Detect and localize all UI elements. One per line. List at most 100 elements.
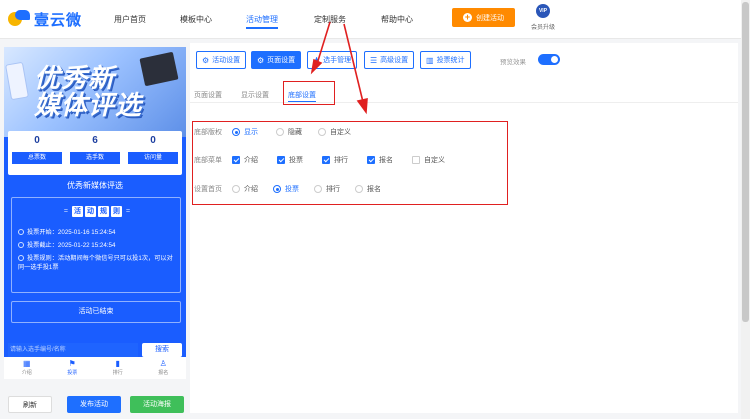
clock-icon [18, 255, 24, 261]
checkbox-icon [232, 156, 240, 164]
radio-home-ranking[interactable]: 排行 [314, 184, 340, 194]
plus-icon: + [463, 12, 472, 22]
tab-page-settings[interactable]: ⚙ 页面设置 [251, 51, 302, 69]
nav-user-home[interactable]: 用户首页 [114, 14, 146, 25]
tab-label: 排行 [112, 370, 123, 376]
stats-icon: ▥ [426, 55, 434, 65]
subtab-page-settings[interactable]: 页面设置 [194, 90, 222, 100]
rules-char: 则 [111, 206, 122, 217]
clock-icon [18, 229, 24, 235]
tab-label: 投票统计 [436, 57, 465, 64]
rules-box: = 活 动 规 则 = 投票开始：2025-01-16 15:24:54 投票截… [11, 197, 181, 293]
nav-help-center[interactable]: 帮助中心 [381, 14, 413, 25]
rule-start-text: 投票开始：2025-01-16 15:24:54 [27, 229, 116, 236]
activity-poster-button[interactable]: 活动海报 [130, 396, 184, 413]
checkbox-menu-intro[interactable]: 介绍 [232, 155, 258, 165]
sliders-icon: ☰ [370, 55, 378, 65]
option-label: 排行 [326, 186, 340, 193]
nav-activity-management[interactable]: 活动管理 [246, 14, 278, 29]
laptop-illustration [139, 51, 179, 87]
refresh-button[interactable]: 刷新 [8, 396, 52, 413]
decor-dash: = [63, 208, 68, 215]
subtab-display-settings[interactable]: 显示设置 [241, 90, 269, 100]
radio-icon [318, 128, 326, 136]
logo-text: 壹云微 [34, 11, 83, 29]
stat-total-votes: 0 总票数 [8, 135, 66, 164]
vip-badge-icon: VIP [536, 4, 550, 18]
rules-char: 规 [98, 206, 109, 217]
page-scrollbar[interactable] [741, 0, 750, 419]
rule-end-text: 投票截止：2025-01-22 15:24:54 [27, 242, 116, 249]
tab-label: 介绍 [21, 370, 32, 376]
radio-home-vote[interactable]: 投票 [273, 184, 299, 194]
decor-dash: = [126, 208, 131, 215]
option-label: 隐藏 [288, 129, 302, 136]
tab-ranking[interactable]: ▮ 排行 [95, 357, 141, 379]
publish-activity-button[interactable]: 发布活动 [67, 396, 121, 413]
users-icon: ♟ [313, 55, 321, 65]
radio-icon [314, 185, 322, 193]
rule-start: 投票开始：2025-01-16 15:24:54 [18, 228, 178, 237]
checkbox-menu-ranking[interactable]: 排行 [322, 155, 348, 165]
preview-toggle-label: 预览效果 [500, 59, 526, 66]
vip-upgrade[interactable]: VIP 会员升级 [528, 4, 558, 31]
tab-contestant-management[interactable]: ♟ 选手管理 [307, 51, 358, 69]
checkbox-icon [277, 156, 285, 164]
logo[interactable]: 壹云微 [8, 8, 82, 30]
option-label: 自定义 [330, 129, 351, 136]
radio-icon [273, 185, 281, 193]
option-label: 介绍 [244, 186, 258, 193]
nav-template-center[interactable]: 模板中心 [180, 14, 212, 25]
search-button[interactable]: 搜索 [142, 343, 182, 357]
settings-panel: ⚙ 活动设置 ⚙ 页面设置 ♟ 选手管理 ☰ 高级设置 ▥ 投票统计 预览效果 页面设置 … [190, 43, 738, 413]
checkbox-icon [412, 156, 420, 164]
rules-heading: = 活 动 规 则 = [12, 206, 182, 217]
tab-vote-statistics[interactable]: ▥ 投票统计 [420, 51, 471, 69]
footer-menu-label: 底部菜单 [194, 157, 222, 164]
option-label: 自定义 [424, 157, 445, 164]
banner-title-line2: 媒体评选 [34, 90, 143, 120]
radio-icon [232, 185, 240, 193]
tab-advanced-settings[interactable]: ☰ 高级设置 [364, 51, 415, 69]
preview-toggle[interactable] [538, 54, 560, 65]
checkbox-menu-signup[interactable]: 报名 [367, 155, 393, 165]
activity-name: 优秀新媒体评选 [67, 181, 123, 190]
nav-custom-service[interactable]: 定制服务 [314, 14, 346, 25]
rule-vote: 投票规则：活动期间每个微信号只可以投1次，可以对同一选手投1票 [18, 254, 178, 272]
stat-label: 总票数 [12, 152, 62, 164]
stat-value: 0 [34, 135, 40, 146]
checkbox-menu-vote[interactable]: 投票 [277, 155, 303, 165]
footer-copyright-label: 底部版权 [194, 129, 222, 136]
rule-end: 投票截止：2025-01-22 15:24:54 [18, 241, 178, 250]
bar-chart-icon: ▮ [115, 359, 120, 368]
search-input[interactable] [8, 343, 138, 357]
activity-ended-banner: 活动已结束 [11, 301, 181, 323]
radio-copyright-custom[interactable]: 自定义 [318, 127, 351, 137]
tab-signup[interactable]: ♙ 报名 [141, 357, 187, 379]
tab-activity-settings[interactable]: ⚙ 活动设置 [196, 51, 247, 69]
create-activity-button[interactable]: + 创建活动 [452, 8, 515, 27]
radio-copyright-hide[interactable]: 隐藏 [276, 127, 302, 137]
highlight-box-tab [283, 81, 335, 105]
stat-value: 6 [92, 135, 98, 146]
radio-copyright-show[interactable]: 显示 [232, 127, 258, 137]
radio-home-intro[interactable]: 介绍 [232, 184, 258, 194]
tab-intro[interactable]: ▦ 介绍 [4, 357, 50, 379]
tab-label: 报名 [158, 370, 169, 376]
tab-vote[interactable]: ⚑ 投票 [50, 357, 96, 379]
checkbox-menu-custom[interactable]: 自定义 [412, 155, 445, 165]
tab-label: 选手管理 [323, 57, 352, 64]
subtab-divider [190, 102, 738, 103]
scrollbar-thumb[interactable] [742, 2, 749, 322]
phone-illustration [5, 61, 29, 101]
home-icon: ▦ [22, 359, 31, 368]
radio-home-signup[interactable]: 报名 [355, 184, 381, 194]
option-label: 排行 [334, 157, 348, 164]
option-label: 投票 [289, 157, 303, 164]
option-label: 报名 [367, 186, 381, 193]
checkbox-icon [322, 156, 330, 164]
flag-icon: ⚑ [68, 359, 76, 368]
tab-label: 高级设置 [380, 57, 409, 64]
bottom-tabbar: ▦ 介绍 ⚑ 投票 ▮ 排行 ♙ 报名 [4, 357, 186, 379]
signup-icon: ♙ [159, 359, 167, 368]
